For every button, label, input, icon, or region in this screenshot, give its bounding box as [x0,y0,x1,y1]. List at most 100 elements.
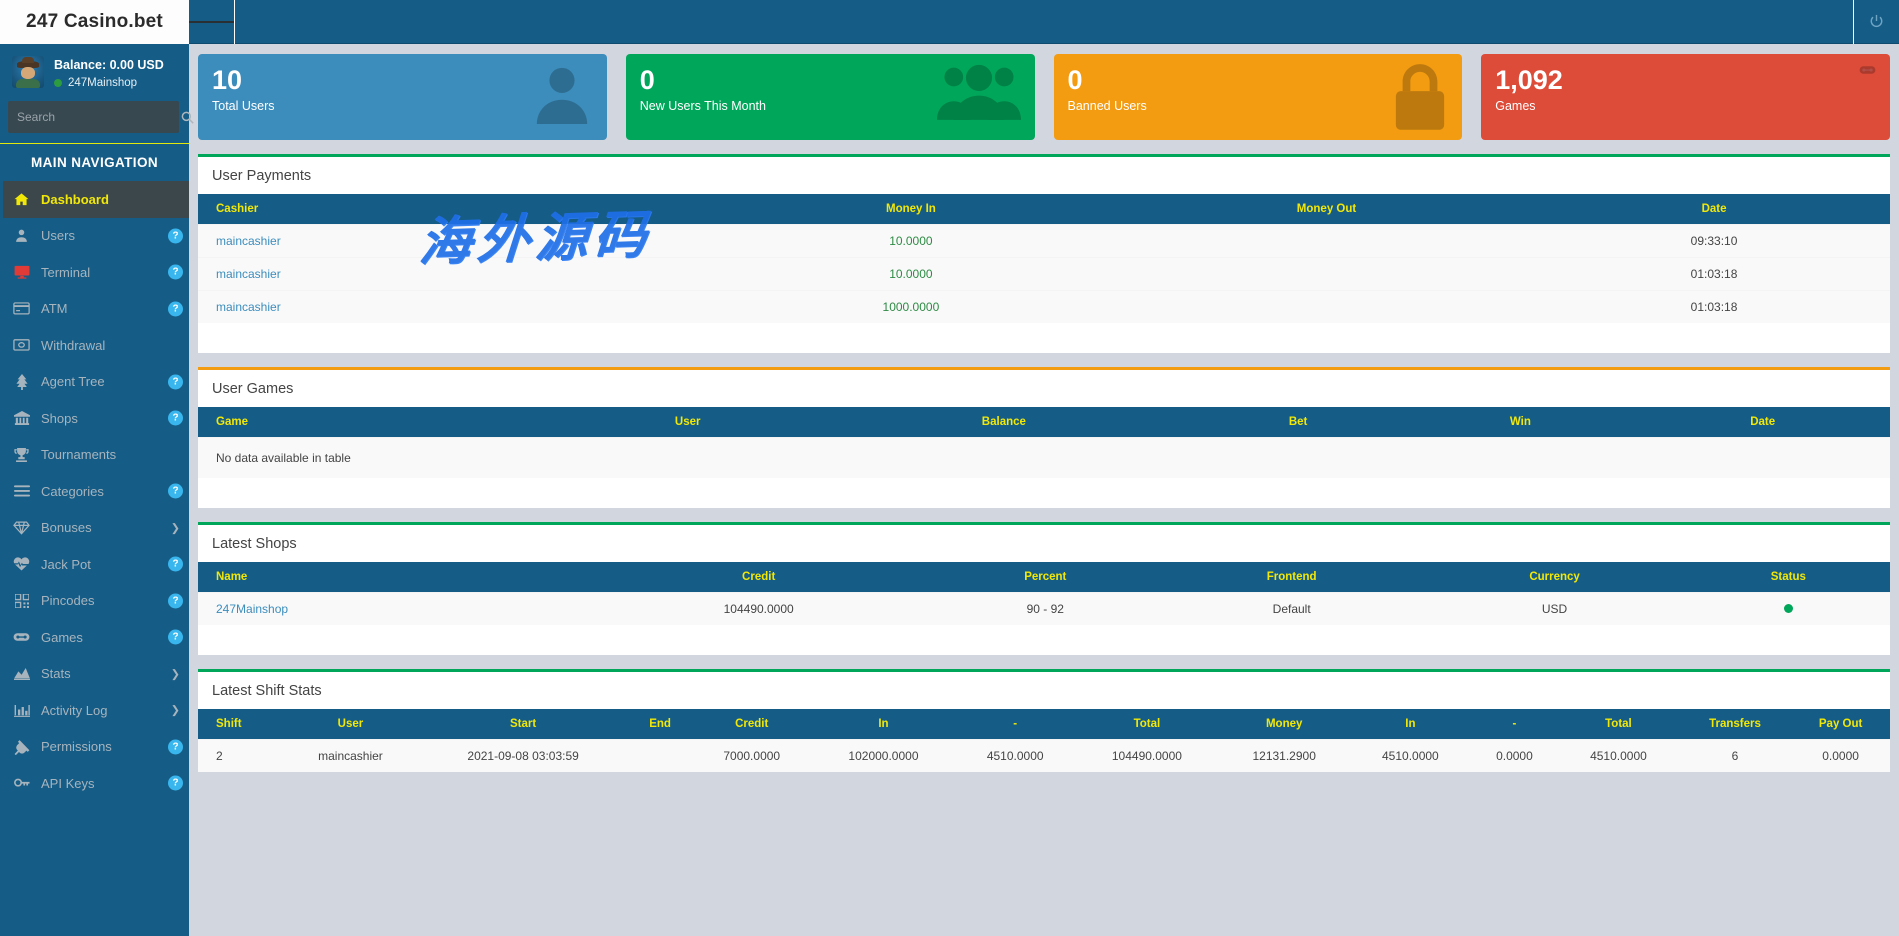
sidebar-item-terminal[interactable]: Terminal? [0,254,189,291]
brand-logo[interactable]: 247 Casino.bet [0,0,189,44]
sidebar-item-users[interactable]: Users? [0,218,189,255]
column-header[interactable]: Name [198,562,588,593]
user-value: maincashier [284,740,418,773]
topbar [189,0,1899,44]
sidebar-item-atm[interactable]: ATM? [0,291,189,328]
credit-value: 7000.0000 [691,740,812,773]
column-header[interactable]: Total [1558,709,1679,740]
column-header[interactable]: Credit [691,709,812,740]
column-header[interactable]: Win [1405,407,1635,437]
help-badge[interactable]: ? [168,301,183,316]
sidebar-item-pincodes[interactable]: Pincodes? [0,583,189,620]
chevron-right-icon: ❯ [171,667,180,680]
column-header[interactable]: Percent [930,562,1161,593]
column-header[interactable]: Pay Out [1791,709,1890,740]
column-header[interactable]: - [955,709,1076,740]
column-header[interactable]: Money Out [1115,194,1538,225]
end-value [629,740,692,773]
sidebar-item-activity-log[interactable]: Activity Log❯ [0,692,189,729]
cashier-link[interactable]: maincashier [198,225,707,258]
money-in-value: 10.0000 [707,258,1115,291]
column-header[interactable]: Money In [707,194,1115,225]
monitor-icon [13,265,30,279]
column-header[interactable]: Total [1076,709,1219,740]
money-out-value [1115,258,1538,291]
help-badge[interactable]: ? [168,484,183,499]
search-icon[interactable] [181,101,194,133]
sidebar-item-games[interactable]: Games? [0,619,189,656]
date-value: 09:33:10 [1538,225,1890,258]
column-header[interactable]: Transfers [1679,709,1791,740]
table-row: 2maincashier2021-09-08 03:03:597000.0000… [198,740,1890,773]
column-header[interactable]: Shift [198,709,284,740]
sidebar-item-bonuses[interactable]: Bonuses❯ [0,510,189,547]
search-box[interactable] [8,101,179,133]
hamburger-icon[interactable] [189,0,235,44]
help-badge[interactable]: ? [168,557,183,572]
sidebar-item-stats[interactable]: Stats❯ [0,656,189,693]
sidebar-item-agent-tree[interactable]: Agent Tree? [0,364,189,401]
column-header[interactable]: User [558,407,817,437]
sidebar-item-shops[interactable]: Shops? [0,400,189,437]
column-header[interactable]: Bet [1191,407,1406,437]
column-header[interactable]: Frontend [1161,562,1423,593]
table-header-row: NameCreditPercentFrontendCurrencyStatus [198,562,1890,593]
column-header[interactable]: In [1350,709,1471,740]
sidebar-item-label: Permissions [41,739,179,754]
plug-icon [13,739,30,755]
help-badge[interactable]: ? [168,630,183,645]
column-header[interactable]: - [1471,709,1558,740]
percent-value: 90 - 92 [930,593,1161,626]
user-panel: Balance: 0.00 USD 247Mainshop [0,44,189,97]
sidebar-item-dashboard[interactable]: Dashboard [0,181,189,218]
user-payments-table: CashierMoney InMoney OutDate maincashier… [198,194,1890,323]
table-header-row: CashierMoney InMoney OutDate [198,194,1890,225]
panel-footer [198,478,1890,508]
shop-name-label: 247Mainshop [68,77,137,89]
sidebar-item-categories[interactable]: Categories? [0,473,189,510]
sidebar-item-api-keys[interactable]: API Keys? [0,765,189,802]
help-badge[interactable]: ? [168,265,183,280]
user-icon [13,228,30,243]
panel-title: User Games [212,381,1876,397]
column-header[interactable]: Cashier [198,194,707,225]
money-icon [13,339,30,351]
credit-card-icon [13,302,30,315]
sidebar-item-label: Bonuses [41,520,179,535]
avatar [12,56,44,88]
stat-box-games[interactable]: 1,092Games [1481,54,1890,140]
column-header[interactable]: Currency [1422,562,1686,593]
column-header[interactable]: Game [198,407,558,437]
help-badge[interactable]: ? [168,776,183,791]
heartbeat-icon [13,557,30,571]
cashier-link[interactable]: maincashier [198,291,707,324]
sidebar-item-withdrawal[interactable]: Withdrawal [0,327,189,364]
nav-section-header: MAIN NAVIGATION [0,143,189,181]
power-icon[interactable] [1853,0,1899,44]
stat-box-new-users-this-month[interactable]: 0New Users This Month [626,54,1035,140]
help-badge[interactable]: ? [168,739,183,754]
column-header[interactable]: Money [1218,709,1350,740]
help-badge[interactable]: ? [168,374,183,389]
cashier-link[interactable]: maincashier [198,258,707,291]
column-header[interactable]: Start [417,709,628,740]
search-input[interactable] [8,110,181,124]
help-badge[interactable]: ? [168,411,183,426]
column-header[interactable]: Date [1538,194,1890,225]
column-header[interactable]: End [629,709,692,740]
money-value: 12131.2900 [1218,740,1350,773]
sidebar-item-jack-pot[interactable]: Jack Pot? [0,546,189,583]
help-badge[interactable]: ? [168,593,183,608]
sidebar-item-permissions[interactable]: Permissions? [0,729,189,766]
column-header[interactable]: Date [1635,407,1890,437]
shop-name-link[interactable]: 247Mainshop [198,593,588,626]
column-header[interactable]: In [812,709,955,740]
column-header[interactable]: User [284,709,418,740]
stat-box-banned-users[interactable]: 0Banned Users [1054,54,1463,140]
column-header[interactable]: Credit [588,562,930,593]
stat-box-total-users[interactable]: 10Total Users [198,54,607,140]
sidebar-item-tournaments[interactable]: Tournaments [0,437,189,474]
column-header[interactable]: Balance [817,407,1191,437]
help-badge[interactable]: ? [168,228,183,243]
column-header[interactable]: Status [1687,562,1890,593]
